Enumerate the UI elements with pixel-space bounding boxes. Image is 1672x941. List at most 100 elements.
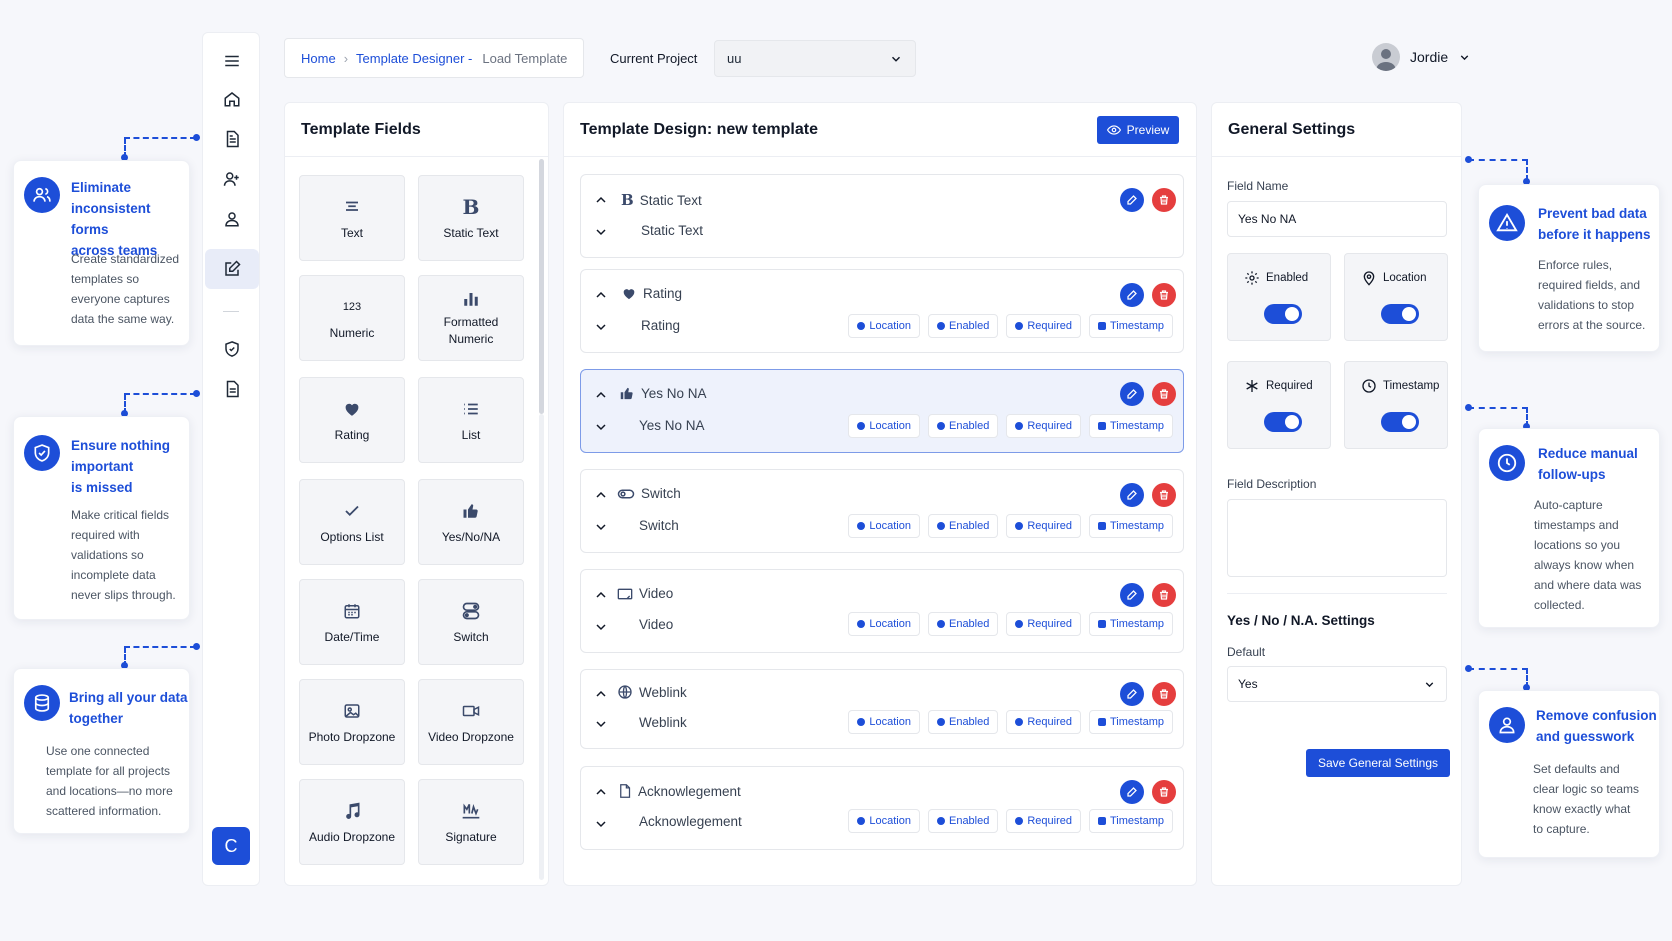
tag-timestamp[interactable]: Timestamp — [1089, 612, 1173, 636]
shield-icon[interactable] — [212, 331, 252, 367]
delete-field-button[interactable] — [1152, 483, 1176, 507]
field-tile-video-dropzone[interactable]: Video Dropzone — [418, 679, 524, 765]
field-tile-rating[interactable]: Rating — [299, 377, 405, 463]
field-card-yes-no-na[interactable]: Yes No NA Yes No NA Location Enabled Req… — [580, 369, 1184, 453]
tag-required[interactable]: Required — [1006, 809, 1081, 833]
chevron-down-icon[interactable] — [593, 716, 609, 732]
chevron-down-icon[interactable] — [593, 224, 609, 240]
tag-required[interactable]: Required — [1006, 514, 1081, 538]
field-card-acknowlegement[interactable]: Acknowlegement Acknowlegement Location E… — [580, 766, 1184, 850]
tag-enabled[interactable]: Enabled — [927, 710, 999, 734]
timestamp-toggle[interactable] — [1381, 412, 1419, 432]
edit-field-button[interactable] — [1120, 382, 1144, 406]
user-settings-icon[interactable] — [212, 161, 252, 197]
edit-template-icon[interactable] — [205, 249, 259, 289]
field-tile-audio-dropzone[interactable]: Audio Dropzone — [299, 779, 405, 865]
delete-field-button[interactable] — [1152, 283, 1176, 307]
field-tile-options-list[interactable]: Options List — [299, 479, 405, 565]
tag-location[interactable]: Location — [848, 514, 920, 538]
chevron-up-icon[interactable] — [593, 192, 609, 208]
preview-button[interactable]: Preview — [1097, 116, 1179, 144]
callout-text: timestamps and — [1534, 518, 1619, 532]
tile-label: Signature — [445, 830, 497, 844]
tag-enabled[interactable]: Enabled — [927, 612, 999, 636]
required-toggle[interactable] — [1264, 412, 1302, 432]
chevron-up-icon[interactable] — [593, 387, 609, 403]
chevron-up-icon[interactable] — [593, 784, 609, 800]
field-card-video[interactable]: Video Video Location Enabled Required Ti… — [580, 569, 1184, 653]
edit-field-button[interactable] — [1120, 682, 1144, 706]
delete-field-button[interactable] — [1152, 188, 1176, 212]
tag-required[interactable]: Required — [1006, 612, 1081, 636]
tag-required[interactable]: Required — [1006, 314, 1081, 338]
field-card-switch[interactable]: Switch Switch Location Enabled Required … — [580, 469, 1184, 553]
field-tile-signature[interactable]: Signature — [418, 779, 524, 865]
field-description-textarea[interactable] — [1227, 499, 1447, 577]
field-card-static-text[interactable]: B Static Text Static Text — [580, 174, 1184, 258]
chevron-up-icon[interactable] — [593, 587, 609, 603]
chevron-up-icon[interactable] — [593, 487, 609, 503]
tag-label: Location — [869, 815, 911, 827]
delete-field-button[interactable] — [1152, 583, 1176, 607]
home-icon[interactable] — [212, 81, 252, 117]
field-name: Switch — [639, 518, 679, 533]
field-tile-text[interactable]: Text — [299, 175, 405, 261]
chevron-down-icon[interactable] — [593, 619, 609, 635]
tag-enabled[interactable]: Enabled — [927, 514, 999, 538]
tag-enabled[interactable]: Enabled — [927, 314, 999, 338]
tag-timestamp[interactable]: Timestamp — [1089, 414, 1173, 438]
field-tile-photo-dropzone[interactable]: Photo Dropzone — [299, 679, 405, 765]
tag-enabled[interactable]: Enabled — [927, 414, 999, 438]
delete-field-button[interactable] — [1152, 682, 1176, 706]
menu-icon[interactable] — [212, 43, 252, 79]
tag-location[interactable]: Location — [848, 710, 920, 734]
field-card-weblink[interactable]: Weblink Weblink Location Enabled Require… — [580, 669, 1184, 749]
breadcrumb-home[interactable]: Home — [301, 51, 336, 66]
chevron-up-icon[interactable] — [593, 287, 609, 303]
enabled-toggle[interactable] — [1264, 304, 1302, 324]
edit-field-button[interactable] — [1120, 780, 1144, 804]
field-tile-list[interactable]: List — [418, 377, 524, 463]
tag-location[interactable]: Location — [848, 612, 920, 636]
chevron-down-icon[interactable] — [593, 319, 609, 335]
edit-field-button[interactable] — [1120, 188, 1144, 212]
tag-timestamp[interactable]: Timestamp — [1089, 314, 1173, 338]
field-tile-static-text[interactable]: B Static Text — [418, 175, 524, 261]
edit-field-button[interactable] — [1120, 583, 1144, 607]
field-tile-switch[interactable]: Switch — [418, 579, 524, 665]
project-select[interactable]: uu — [714, 40, 916, 77]
delete-field-button[interactable] — [1152, 382, 1176, 406]
app-logo[interactable]: C — [212, 827, 250, 865]
field-card-rating[interactable]: Rating Rating Location Enabled Required … — [580, 269, 1184, 353]
tag-timestamp[interactable]: Timestamp — [1089, 809, 1173, 833]
chevron-down-icon[interactable] — [593, 816, 609, 832]
field-tile-date-time[interactable]: Date/Time — [299, 579, 405, 665]
field-tile-numeric[interactable]: 123 Numeric — [299, 275, 405, 361]
field-tile-yes-no-na[interactable]: Yes/No/NA — [418, 479, 524, 565]
chevron-up-icon[interactable] — [593, 686, 609, 702]
user-menu[interactable]: Jordie — [1372, 43, 1471, 71]
document-icon[interactable] — [212, 121, 252, 157]
chevron-down-icon[interactable] — [593, 519, 609, 535]
tag-location[interactable]: Location — [848, 809, 920, 833]
field-tile-formatted-numeric[interactable]: Formatted Numeric — [418, 275, 524, 361]
tag-timestamp[interactable]: Timestamp — [1089, 514, 1173, 538]
save-general-settings-button[interactable]: Save General Settings — [1306, 749, 1450, 777]
edit-field-button[interactable] — [1120, 283, 1144, 307]
delete-field-button[interactable] — [1152, 780, 1176, 804]
tag-timestamp[interactable]: Timestamp — [1089, 710, 1173, 734]
tag-location[interactable]: Location — [848, 414, 920, 438]
tag-enabled[interactable]: Enabled — [927, 809, 999, 833]
default-select[interactable]: Yes — [1227, 666, 1447, 702]
field-name-input[interactable]: Yes No NA — [1227, 201, 1447, 237]
breadcrumb-designer[interactable]: Template Designer - — [356, 51, 472, 66]
report-icon[interactable] — [212, 371, 252, 407]
edit-field-button[interactable] — [1120, 483, 1144, 507]
tag-location[interactable]: Location — [848, 314, 920, 338]
tag-required[interactable]: Required — [1006, 414, 1081, 438]
scrollbar[interactable] — [539, 159, 544, 414]
user-icon[interactable] — [212, 201, 252, 237]
chevron-down-icon[interactable] — [593, 419, 609, 435]
location-toggle[interactable] — [1381, 304, 1419, 324]
tag-required[interactable]: Required — [1006, 710, 1081, 734]
